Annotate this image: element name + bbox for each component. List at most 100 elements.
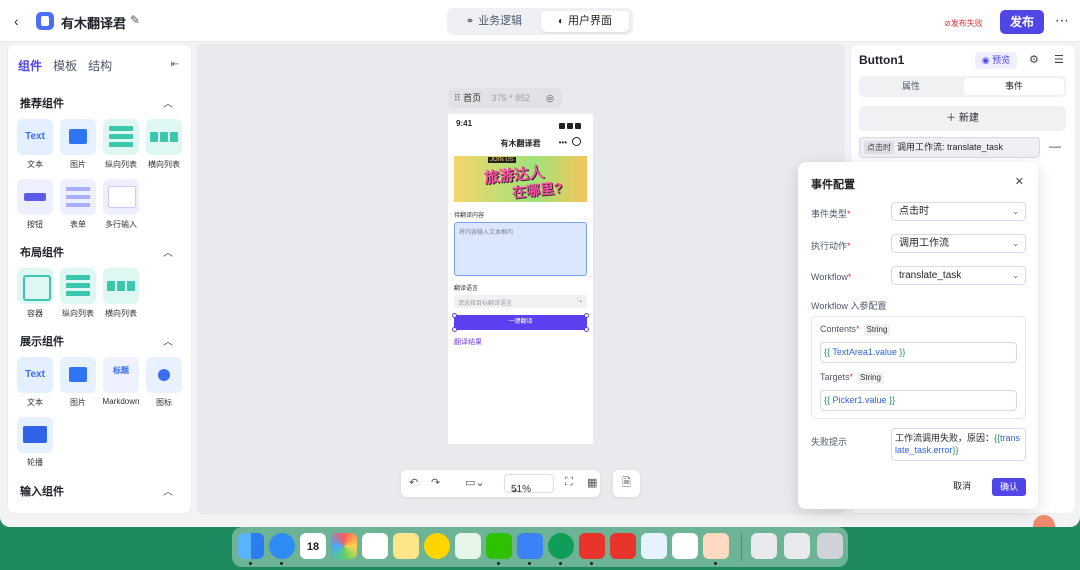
trash-icon[interactable] (817, 533, 843, 559)
form-icon (60, 179, 96, 215)
avatar-app-icon[interactable] (703, 533, 729, 559)
component-markdown[interactable]: 标题 Markdown (101, 357, 141, 406)
dictionary-icon[interactable] (517, 533, 543, 559)
action-select[interactable]: 调用工作流 ⌄ (891, 234, 1026, 253)
fit-screen-icon[interactable]: ⛶ (565, 476, 573, 489)
grammarly-icon[interactable] (548, 533, 574, 559)
image-icon (60, 357, 96, 393)
component-image[interactable]: 图片 (58, 357, 98, 408)
chevron-down-icon: ⌄ (1012, 271, 1019, 280)
resize-handle[interactable] (584, 313, 589, 318)
picker1[interactable]: 请选择目标翻译语言 ⌄ (454, 295, 587, 308)
textarea1[interactable]: 将内容输入文本框内 (454, 222, 587, 276)
resize-handle[interactable] (452, 313, 457, 318)
component-icon[interactable]: 图标 (144, 357, 184, 408)
back-icon[interactable]: ‹ (14, 12, 28, 30)
component-container[interactable]: 容器 (15, 268, 55, 319)
textedit-icon[interactable] (362, 533, 388, 559)
app-title: 有木翻译君 (61, 16, 127, 31)
component-text[interactable]: Text 文本 (15, 357, 55, 408)
event-type-label: 事件类型* (811, 209, 851, 219)
calendar-icon[interactable]: 18 (300, 533, 326, 559)
mac-dock: 18 (232, 527, 848, 567)
wps-icon[interactable] (579, 533, 605, 559)
close-icon[interactable]: ✕ (1015, 175, 1024, 188)
vertical-list-icon (103, 119, 139, 155)
publish-button[interactable]: 发布 (1000, 10, 1044, 34)
grid-icon[interactable]: ▦ (587, 476, 597, 489)
redo-icon[interactable]: ↷ (431, 476, 440, 489)
button1[interactable]: 一键翻译 (454, 315, 587, 330)
component-form[interactable]: 表单 (58, 179, 98, 230)
running-indicator (714, 562, 717, 565)
tab-user-interface[interactable]: ◐ 用户界面 (541, 11, 629, 32)
close-circle-icon (572, 137, 581, 146)
chevron-up-icon[interactable]: ︿ (163, 483, 173, 498)
finder-icon[interactable] (238, 533, 264, 559)
event-item[interactable]: 点击时 调用工作流: translate_task (859, 137, 1040, 158)
fail-message-input[interactable]: 工作流调用失败，原因：{{translate_task.error}} (891, 428, 1026, 461)
component-text[interactable]: Text 文本 (15, 119, 55, 170)
collapse-panel-icon[interactable]: ⇤ (171, 59, 179, 70)
new-event-button[interactable]: ＋ 新建 (859, 106, 1066, 131)
assistant-avatar[interactable] (1033, 515, 1055, 527)
chevron-up-icon[interactable]: ︿ (163, 333, 173, 348)
tab-events[interactable]: 事件 (964, 78, 1064, 95)
component-vertical-list[interactable]: 纵向列表 (58, 268, 98, 319)
drag-handle-icon[interactable]: ⠿ (454, 93, 461, 103)
recent-doc-icon[interactable] (751, 533, 777, 559)
tab-components[interactable]: 组件 (18, 57, 42, 74)
chevron-up-icon[interactable]: ︿ (163, 95, 173, 110)
tab-structure[interactable]: 结构 (88, 57, 112, 74)
tab-templates[interactable]: 模板 (53, 57, 77, 74)
banner-image[interactable]: JOIN US 旅游达人 在哪里? (454, 156, 587, 202)
gear-icon[interactable]: ⚙ (1029, 53, 1039, 66)
palette-icon: ◐ (557, 16, 565, 27)
more-icon[interactable]: ⋯ (1055, 12, 1069, 29)
param-input-targets[interactable]: {{ Picker1.value }} (820, 390, 1017, 411)
tab-business-logic[interactable]: ⚭ 业务逻辑 (451, 11, 537, 32)
component-horizontal-list[interactable]: 横向列表 (144, 119, 184, 170)
component-vertical-list[interactable]: 纵向列表 (101, 119, 141, 170)
param-input-contents[interactable]: {{ TextArea1.value }} (820, 342, 1017, 363)
chevron-down-icon: ⌄ (577, 298, 583, 304)
safari-icon[interactable] (269, 533, 295, 559)
recent-doc-icon[interactable] (784, 533, 810, 559)
remove-event-icon[interactable]: — (1049, 139, 1061, 153)
component-panel: 组件 模板 结构 ⇤ 推荐组件 ︿ Text 文本 图片 纵向列表 横向列表 按钮… (7, 44, 192, 514)
photos-icon[interactable] (331, 533, 357, 559)
component-carousel[interactable]: 轮播 (15, 417, 55, 468)
resize-handle[interactable] (584, 327, 589, 332)
page-tag[interactable]: ⠿ 首页 375 * 852 ◎ (448, 88, 562, 108)
component-multiline-input[interactable]: 多行输入 (101, 179, 141, 230)
app-icon[interactable] (455, 533, 481, 559)
edit-icon[interactable]: ✎ (130, 13, 140, 27)
device-icon[interactable]: ▭⌄ (465, 476, 485, 489)
cancel-button[interactable]: 取消 (953, 479, 971, 492)
app-icon[interactable] (610, 533, 636, 559)
sidebar-toggle-icon[interactable]: ☰ (1054, 53, 1064, 66)
undo-icon[interactable]: ↶ (409, 476, 418, 489)
textarea-icon (103, 179, 139, 215)
confirm-button[interactable]: 确认 (992, 478, 1026, 496)
component-button[interactable]: 按钮 (15, 179, 55, 230)
component-image[interactable]: 图片 (58, 119, 98, 170)
workflow-select[interactable]: translate_task ⌄ (891, 266, 1026, 285)
publish-fail-badge[interactable]: ⊘发布失败 (944, 18, 983, 29)
icon-component-icon (146, 357, 182, 393)
app-icon[interactable] (641, 533, 667, 559)
resize-handle[interactable] (452, 327, 457, 332)
tab-properties[interactable]: 属性 (861, 78, 961, 95)
target-icon[interactable]: ◎ (546, 88, 554, 108)
page-file-icon[interactable]: 🗎 (613, 470, 640, 497)
panda-icon[interactable] (672, 533, 698, 559)
chevron-up-icon[interactable]: ︿ (163, 244, 173, 259)
app-icon[interactable] (424, 533, 450, 559)
event-type-select[interactable]: 点击时 ⌄ (891, 202, 1026, 221)
component-horizontal-list[interactable]: 横向列表 (101, 268, 141, 319)
zoom-select[interactable]: 51% ⌄ (504, 474, 554, 495)
markdown-icon: 标题 (103, 357, 139, 393)
preview-button[interactable]: ◉ 预览 (975, 52, 1017, 69)
notes-icon[interactable] (393, 533, 419, 559)
wechat-icon[interactable] (486, 533, 512, 559)
